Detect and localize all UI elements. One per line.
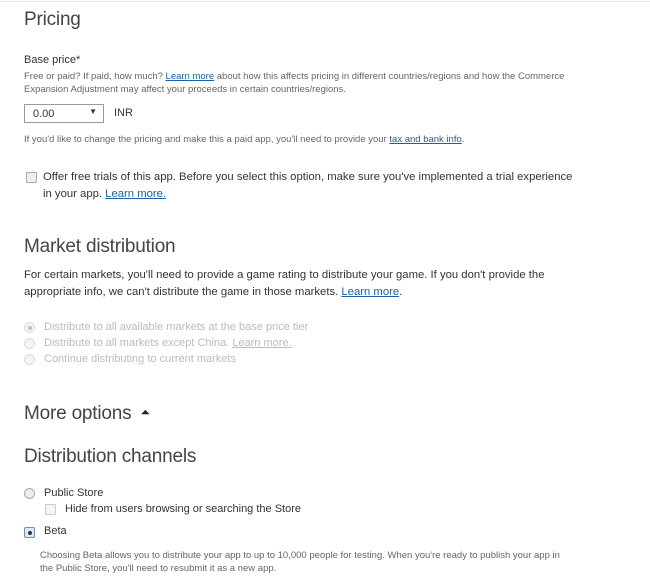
dropdown-caret-icon: ▼: [89, 107, 97, 116]
tax-text: If you'd like to change the pricing and …: [24, 134, 390, 145]
beta-description-line2: the Public Store, you'll need to resubmi…: [40, 563, 277, 574]
top-divider: [0, 1, 650, 2]
market-option-label: Continue distributing to current markets: [44, 353, 236, 365]
beta-label: Beta: [44, 525, 67, 537]
market-text: .: [399, 286, 403, 298]
free-trial-label-line2: in your app. Learn more.: [43, 188, 166, 200]
free-trial-label: Offer free trials of this app. Before yo…: [43, 171, 573, 183]
public-store-label: Public Store: [44, 487, 104, 499]
tax-info-text: If you'd like to change the pricing and …: [24, 134, 464, 145]
china-learn-more-link[interactable]: Learn more.: [232, 337, 291, 349]
desc-text: about how this affects pricing in differ…: [214, 71, 565, 82]
public-store-radio[interactable]: [24, 488, 35, 499]
distribution-channels-heading: Distribution channels: [24, 446, 197, 467]
market-option-radio-current[interactable]: [24, 354, 35, 365]
market-paragraph-line2: appropriate info, we can't distribute th…: [24, 286, 402, 298]
learn-more-link[interactable]: Learn more: [166, 71, 215, 82]
market-paragraph: For certain markets, you'll need to prov…: [24, 269, 545, 281]
trial-text: in your app.: [43, 188, 106, 200]
free-trial-checkbox[interactable]: [26, 172, 37, 183]
hide-from-store-label: Hide from users browsing or searching th…: [65, 503, 301, 515]
base-price-description: Free or paid? If paid, how much? Learn m…: [24, 71, 564, 82]
more-options-toggle[interactable]: More options ⏶: [24, 403, 150, 425]
tax-text: .: [461, 134, 465, 145]
market-option-radio-except-china[interactable]: [24, 338, 35, 349]
tax-bank-info-link[interactable]: tax and bank info: [389, 134, 461, 145]
beta-description: Choosing Beta allows you to distribute y…: [40, 550, 560, 561]
price-value: 0.00: [33, 108, 55, 120]
market-text: appropriate info, we can't distribute th…: [24, 286, 342, 298]
market-option-label: Distribute to all available markets at t…: [44, 321, 309, 333]
base-price-description-line2: Expansion Adjustment may affect your pro…: [24, 84, 346, 95]
collapse-arrow-icon: ⏶: [140, 405, 151, 419]
base-price-label: Base price*: [24, 54, 81, 66]
hide-from-store-checkbox[interactable]: [45, 504, 56, 515]
beta-radio[interactable]: [24, 527, 35, 538]
desc-text: Free or paid? If paid, how much?: [24, 71, 166, 82]
price-select[interactable]: 0.00 ▼: [24, 104, 104, 123]
pricing-heading: Pricing: [24, 9, 81, 30]
market-option-radio-all[interactable]: [24, 322, 35, 333]
more-options-label: More options: [24, 403, 132, 424]
option-text: Distribute to all markets except China.: [44, 337, 233, 349]
market-option-label: Distribute to all markets except China. …: [44, 337, 292, 349]
market-distribution-heading: Market distribution: [24, 236, 176, 257]
market-learn-more-link[interactable]: Learn more: [341, 286, 399, 298]
trial-learn-more-link[interactable]: Learn more.: [105, 188, 166, 200]
currency-label: INR: [114, 107, 133, 119]
